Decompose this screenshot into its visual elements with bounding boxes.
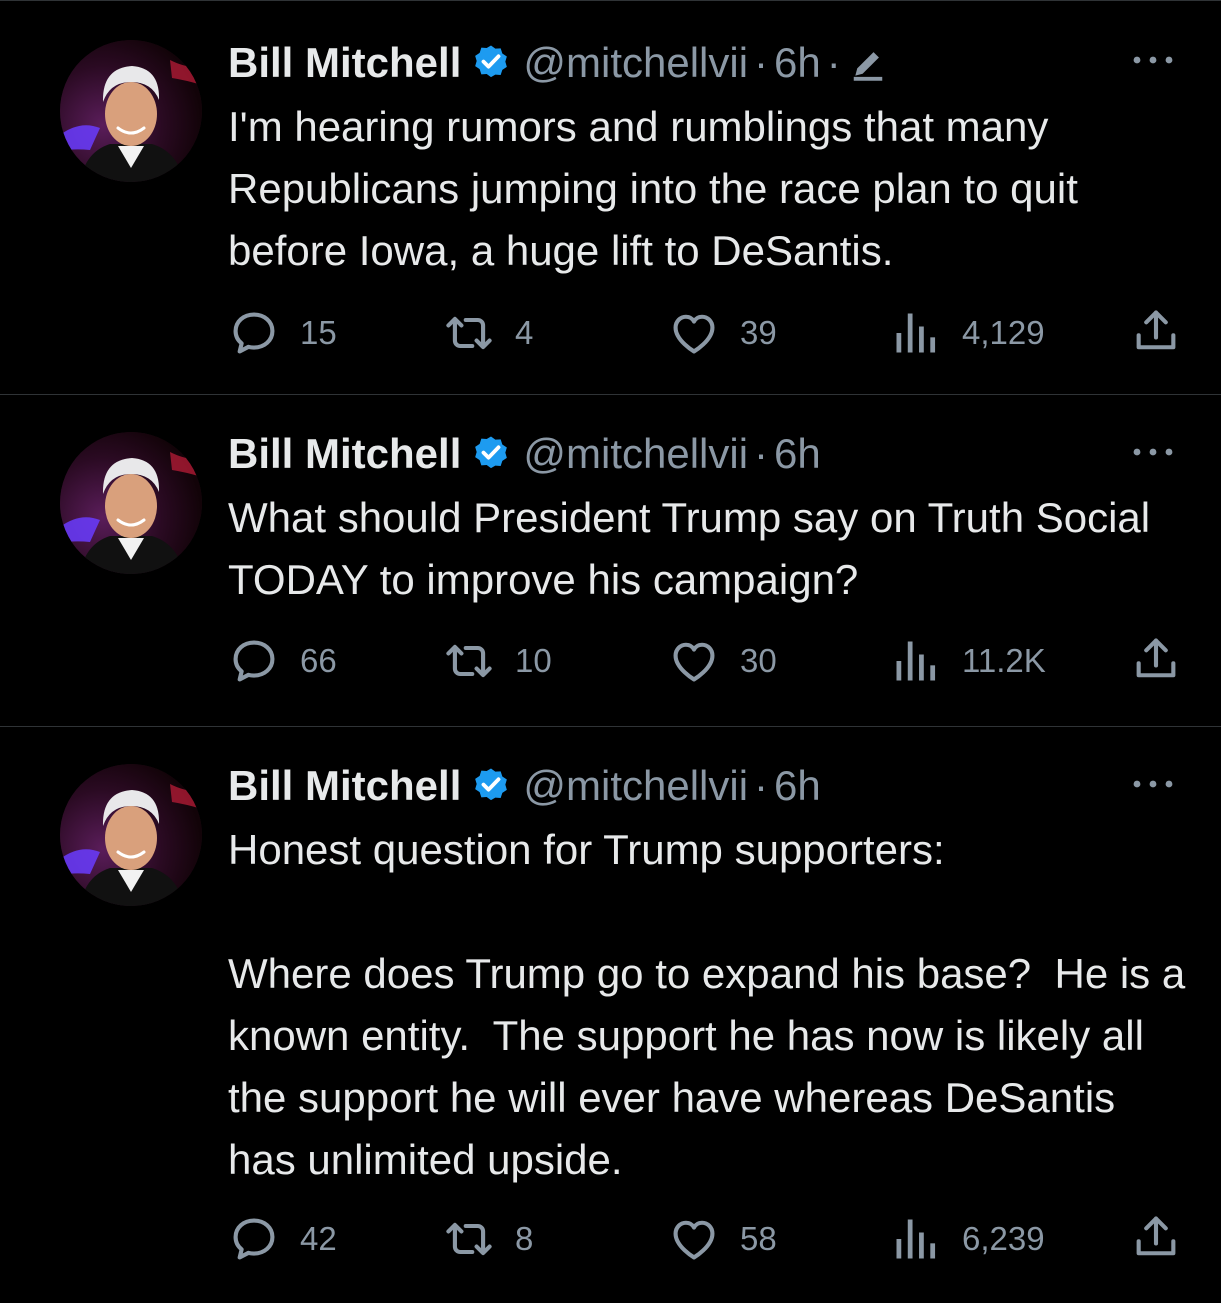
share-button[interactable]: [1130, 633, 1182, 685]
separator-dot: ·: [754, 762, 769, 809]
separator-dot: ·: [826, 39, 841, 86]
like-button[interactable]: 58: [668, 1213, 777, 1265]
retweet-count: 10: [515, 642, 552, 679]
avatar-image: [60, 40, 202, 182]
pencil-edit-icon[interactable]: [849, 44, 887, 82]
tweet-header: Bill Mitchell @mitchellvii · 6h ·: [228, 38, 887, 88]
display-name[interactable]: Bill Mitchell: [228, 430, 461, 478]
reply-count: 66: [300, 642, 337, 679]
like-count: 39: [740, 314, 777, 351]
view-count: 6,239: [962, 1220, 1045, 1257]
avatar-image: [60, 432, 202, 574]
reply-icon: [228, 1213, 280, 1265]
retweet-button[interactable]: 10: [443, 635, 552, 687]
verified-badge-icon: [471, 43, 511, 83]
like-button[interactable]: 39: [668, 307, 777, 359]
user-handle[interactable]: @mitchellvii: [523, 39, 748, 87]
views-bar-chart-icon: [890, 1213, 942, 1265]
share-icon: [1130, 305, 1182, 357]
views-button[interactable]: 4,129: [890, 307, 1045, 359]
more-options-icon[interactable]: [1128, 774, 1178, 794]
timestamp[interactable]: 6h: [774, 430, 821, 478]
reply-count: 15: [300, 314, 337, 351]
retweet-button[interactable]: 8: [443, 1213, 533, 1265]
share-button[interactable]: [1130, 305, 1182, 357]
retweet-count: 8: [515, 1220, 534, 1257]
reply-button[interactable]: 42: [228, 1213, 337, 1265]
avatar[interactable]: [60, 432, 202, 574]
display-name[interactable]: Bill Mitchell: [228, 39, 461, 87]
display-name[interactable]: Bill Mitchell: [228, 762, 461, 810]
reply-icon: [228, 307, 280, 359]
like-count: 58: [740, 1220, 777, 1257]
tweet-header: Bill Mitchell @mitchellvii · 6h: [228, 761, 821, 811]
user-handle[interactable]: @mitchellvii: [523, 430, 748, 478]
share-icon: [1130, 633, 1182, 685]
heart-icon: [668, 635, 720, 687]
more-options-icon[interactable]: [1128, 442, 1178, 462]
retweet-icon: [443, 1213, 495, 1265]
separator-dot: ·: [754, 39, 769, 86]
separator-dot: ·: [754, 430, 769, 477]
views-bar-chart-icon: [890, 307, 942, 359]
tweet[interactable]: Bill Mitchell @mitchellvii · 6h What sho…: [0, 395, 1221, 726]
like-button[interactable]: 30: [668, 635, 777, 687]
share-icon: [1130, 1211, 1182, 1263]
retweet-icon: [443, 635, 495, 687]
share-button[interactable]: [1130, 1211, 1182, 1263]
reply-count: 42: [300, 1220, 337, 1257]
avatar[interactable]: [60, 40, 202, 182]
avatar[interactable]: [60, 764, 202, 906]
timestamp[interactable]: 6h: [774, 39, 821, 87]
like-count: 30: [740, 642, 777, 679]
view-count: 4,129: [962, 314, 1045, 351]
retweet-icon: [443, 307, 495, 359]
tweet-text: I'm hearing rumors and rumblings that ma…: [228, 103, 1090, 274]
reply-button[interactable]: 15: [228, 307, 337, 359]
retweet-count: 4: [515, 314, 534, 351]
tweet-text: What should President Trump say on Truth…: [228, 494, 1162, 603]
timestamp[interactable]: 6h: [774, 762, 821, 810]
tweet-text: Honest question for Trump supporters: Wh…: [228, 826, 1186, 1183]
retweet-button[interactable]: 4: [443, 307, 533, 359]
tweet-header: Bill Mitchell @mitchellvii · 6h: [228, 429, 821, 479]
reply-icon: [228, 635, 280, 687]
tweet[interactable]: Bill Mitchell @mitchellvii · 6h · I'm he…: [0, 0, 1221, 394]
user-handle[interactable]: @mitchellvii: [523, 762, 748, 810]
tweet[interactable]: Bill Mitchell @mitchellvii · 6h Honest q…: [0, 727, 1221, 1303]
heart-icon: [668, 1213, 720, 1265]
avatar-image: [60, 764, 202, 906]
verified-badge-icon: [471, 434, 511, 474]
heart-icon: [668, 307, 720, 359]
more-options-icon[interactable]: [1128, 50, 1178, 70]
views-button[interactable]: 6,239: [890, 1213, 1045, 1265]
view-count: 11.2K: [962, 642, 1046, 679]
reply-button[interactable]: 66: [228, 635, 337, 687]
views-button[interactable]: 11.2K: [890, 635, 1046, 687]
verified-badge-icon: [471, 766, 511, 806]
views-bar-chart-icon: [890, 635, 942, 687]
